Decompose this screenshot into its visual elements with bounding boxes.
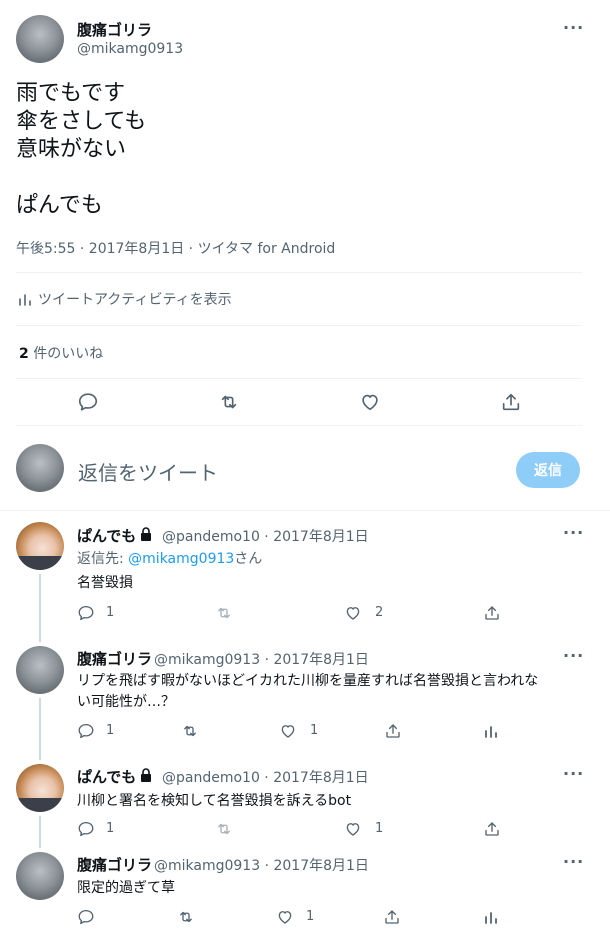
main-tweet-meta[interactable]: 午後5:55 · 2017年8月1日 · ツイタマ for Android bbox=[16, 238, 335, 258]
reply-handle-date[interactable]: @pandemo10 · 2017年8月1日 bbox=[162, 767, 369, 787]
reply-icon[interactable] bbox=[77, 722, 95, 740]
divider bbox=[16, 378, 582, 379]
tweet-activity-link[interactable]: ツイートアクティビティを表示 bbox=[16, 289, 232, 309]
lock-icon bbox=[140, 526, 152, 541]
likes-label: 件のいいね bbox=[28, 346, 104, 362]
tweet-line: 傘をさしても bbox=[16, 109, 147, 134]
reply-display-name[interactable]: 腹痛ゴリラ bbox=[77, 854, 152, 875]
reply-count: 1 bbox=[106, 821, 115, 836]
divider bbox=[0, 510, 610, 511]
reply-text: 限定的過ぎて草 bbox=[77, 880, 175, 896]
reply-avatar[interactable] bbox=[16, 522, 64, 570]
analytics-icon bbox=[16, 290, 34, 308]
thread-line bbox=[39, 816, 41, 848]
reply-more-icon[interactable]: ··· bbox=[563, 523, 584, 542]
share-icon[interactable] bbox=[384, 722, 402, 740]
reply-handle-date[interactable]: @mikamg0913 · 2017年8月1日 bbox=[154, 649, 369, 669]
reply-more-icon[interactable]: ··· bbox=[563, 764, 584, 783]
tweet-line: 雨でもです bbox=[16, 81, 126, 106]
like-count: 2 bbox=[375, 605, 384, 620]
heart-icon[interactable] bbox=[279, 722, 297, 740]
thread-line bbox=[39, 574, 41, 642]
main-tweet-avatar[interactable] bbox=[16, 15, 64, 63]
like-count: 1 bbox=[375, 821, 384, 836]
reply-avatar[interactable] bbox=[16, 764, 64, 812]
reply-more-icon[interactable]: ··· bbox=[563, 646, 584, 665]
reply-submit-label: 返信 bbox=[534, 463, 562, 479]
share-icon[interactable] bbox=[500, 391, 522, 413]
retweet-icon[interactable] bbox=[214, 604, 234, 622]
reply-submit-button[interactable]: 返信 bbox=[516, 452, 580, 488]
reply-icon[interactable] bbox=[77, 604, 95, 622]
reply-count: 1 bbox=[106, 723, 115, 738]
main-tweet-more-icon[interactable]: ··· bbox=[563, 18, 584, 37]
thread-line bbox=[39, 698, 41, 760]
tweet-line: 意味がない bbox=[16, 137, 127, 162]
like-count: 1 bbox=[306, 909, 315, 924]
share-icon[interactable] bbox=[483, 604, 501, 622]
tweet-line: ぱんでも bbox=[16, 193, 103, 218]
tweet-activity-label: ツイートアクティビティを表示 bbox=[38, 292, 232, 308]
reply-icon[interactable] bbox=[77, 908, 95, 926]
retweet-icon[interactable] bbox=[217, 391, 241, 413]
analytics-icon[interactable] bbox=[482, 722, 500, 740]
heart-icon[interactable] bbox=[276, 908, 294, 926]
share-icon[interactable] bbox=[483, 820, 501, 838]
composer-avatar bbox=[16, 444, 64, 492]
likes-count: 2 bbox=[19, 346, 29, 362]
share-icon[interactable] bbox=[383, 908, 401, 926]
reply-to-suffix: さん bbox=[234, 551, 263, 567]
reply-text-line: リプを飛ばす暇がないほどイカれた川柳を量産すれば名誉毀損と言われな bbox=[77, 673, 539, 689]
likes-summary[interactable]: 2 件のいいね bbox=[19, 343, 103, 363]
lock-icon bbox=[140, 767, 152, 782]
divider bbox=[16, 325, 582, 326]
reply-to-line: 返信先: @mikamg0913さん bbox=[77, 548, 262, 568]
main-tweet-display-name[interactable]: 腹痛ゴリラ bbox=[77, 19, 152, 40]
reply-display-name[interactable]: ぱんでも bbox=[77, 525, 136, 546]
divider bbox=[16, 425, 582, 426]
reply-avatar[interactable] bbox=[16, 646, 64, 694]
heart-icon[interactable] bbox=[359, 391, 381, 413]
reply-count: 1 bbox=[106, 605, 115, 620]
reply-icon[interactable] bbox=[77, 391, 99, 413]
reply-text-line: い可能性が…？ bbox=[77, 694, 175, 710]
reply-display-name[interactable]: ぱんでも bbox=[77, 766, 136, 787]
analytics-icon[interactable] bbox=[482, 908, 500, 926]
reply-icon[interactable] bbox=[77, 820, 95, 838]
retweet-icon[interactable] bbox=[180, 722, 200, 740]
reply-to-prefix: 返信先: bbox=[77, 551, 129, 567]
heart-icon[interactable] bbox=[344, 820, 362, 838]
reply-text: 名誉毀損 bbox=[77, 575, 133, 591]
reply-handle-date[interactable]: @pandemo10 · 2017年8月1日 bbox=[162, 526, 369, 546]
reply-display-name[interactable]: 腹痛ゴリラ bbox=[77, 648, 152, 669]
reply-avatar[interactable] bbox=[16, 852, 64, 900]
main-tweet-text: 雨でもです 傘をさしても 意味がない ぱんでも bbox=[16, 80, 146, 220]
retweet-icon[interactable] bbox=[176, 908, 196, 926]
retweet-icon[interactable] bbox=[214, 820, 234, 838]
heart-icon[interactable] bbox=[344, 604, 362, 622]
main-tweet-handle[interactable]: @mikamg0913 bbox=[77, 41, 183, 57]
reply-to-handle[interactable]: @mikamg0913 bbox=[128, 551, 234, 567]
reply-input[interactable]: 返信をツイート bbox=[78, 457, 218, 486]
reply-more-icon[interactable]: ··· bbox=[563, 852, 584, 871]
reply-handle-date[interactable]: @mikamg0913 · 2017年8月1日 bbox=[154, 855, 369, 875]
like-count: 1 bbox=[310, 723, 319, 738]
reply-text: 川柳と署名を検知して名誉毀損を訴えるbot bbox=[77, 793, 352, 809]
reply-text: リプを飛ばす暇がないほどイカれた川柳を量産すれば名誉毀損と言われな い可能性が…… bbox=[77, 671, 582, 713]
divider bbox=[16, 272, 582, 273]
